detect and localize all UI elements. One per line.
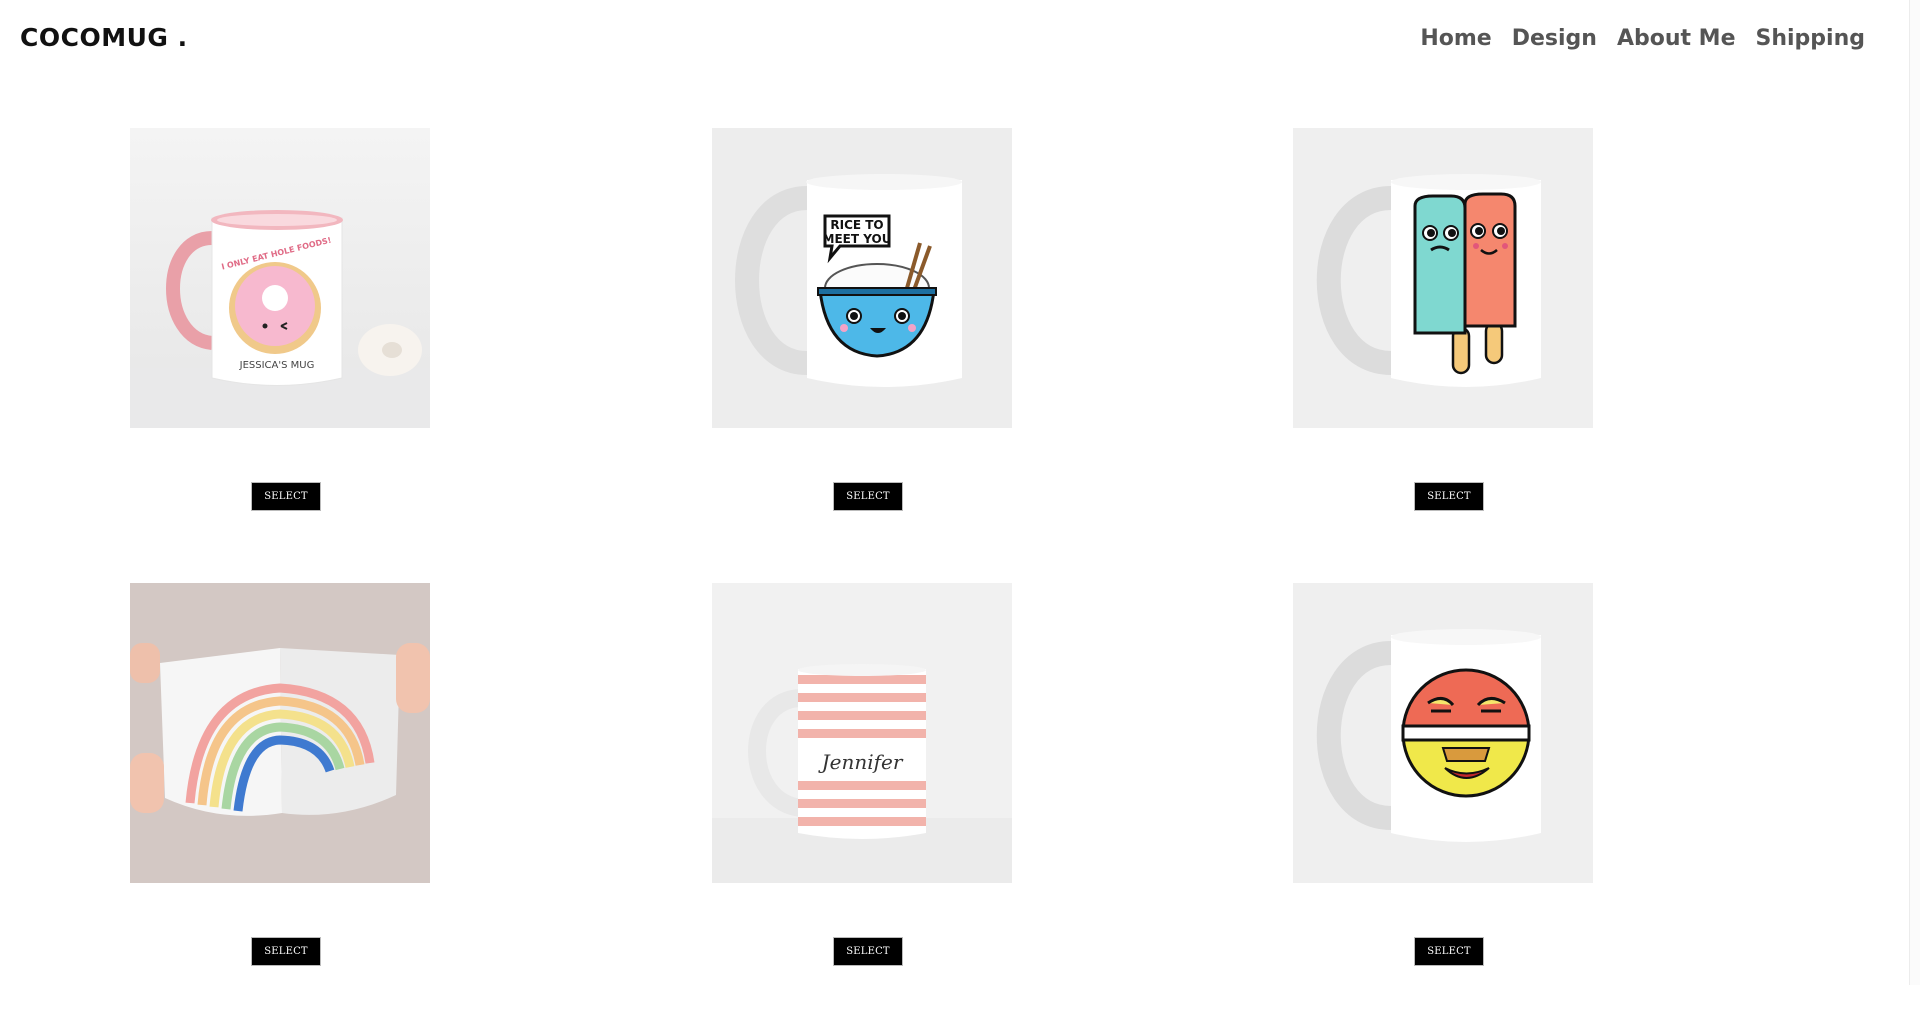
product-image-popsicles-mug[interactable] bbox=[1293, 128, 1593, 428]
product-image-donut-mug[interactable]: I ONLY EAT HOLE FOODS! JESSICA'S MUG bbox=[130, 128, 430, 428]
product-card: Jennifer SELECT bbox=[712, 583, 1012, 966]
select-button[interactable]: SELECT bbox=[833, 482, 903, 511]
rice-mug-text-line2: MEET YOU bbox=[823, 232, 892, 246]
page-scrollbar[interactable] bbox=[1909, 0, 1920, 985]
select-button[interactable]: SELECT bbox=[1414, 937, 1484, 966]
product-card: RICE TO MEET YOU SELECT bbox=[712, 128, 1012, 511]
select-button[interactable]: SELECT bbox=[251, 482, 321, 511]
product-image-striped-mug[interactable]: Jennifer bbox=[712, 583, 1012, 883]
product-image-rice-bowl-mug[interactable]: RICE TO MEET YOU bbox=[712, 128, 1012, 428]
select-button[interactable]: SELECT bbox=[833, 937, 903, 966]
product-card: SELECT bbox=[130, 583, 430, 966]
donut-mug-text-bottom: JESSICA'S MUG bbox=[239, 360, 315, 371]
select-button[interactable]: SELECT bbox=[1414, 482, 1484, 511]
product-grid: I ONLY EAT HOLE FOODS! JESSICA'S MUG SEL… bbox=[0, 0, 1910, 1026]
product-image-face-ball-mug[interactable] bbox=[1293, 583, 1593, 883]
rice-mug-text-line1: RICE TO bbox=[830, 218, 883, 232]
product-card: SELECT bbox=[1293, 128, 1593, 511]
product-card: SELECT bbox=[1293, 583, 1593, 966]
product-image-rainbow-mugs[interactable] bbox=[130, 583, 430, 883]
striped-mug-text: Jennifer bbox=[818, 750, 904, 774]
select-button[interactable]: SELECT bbox=[251, 937, 321, 966]
product-card: I ONLY EAT HOLE FOODS! JESSICA'S MUG SEL… bbox=[130, 128, 430, 511]
